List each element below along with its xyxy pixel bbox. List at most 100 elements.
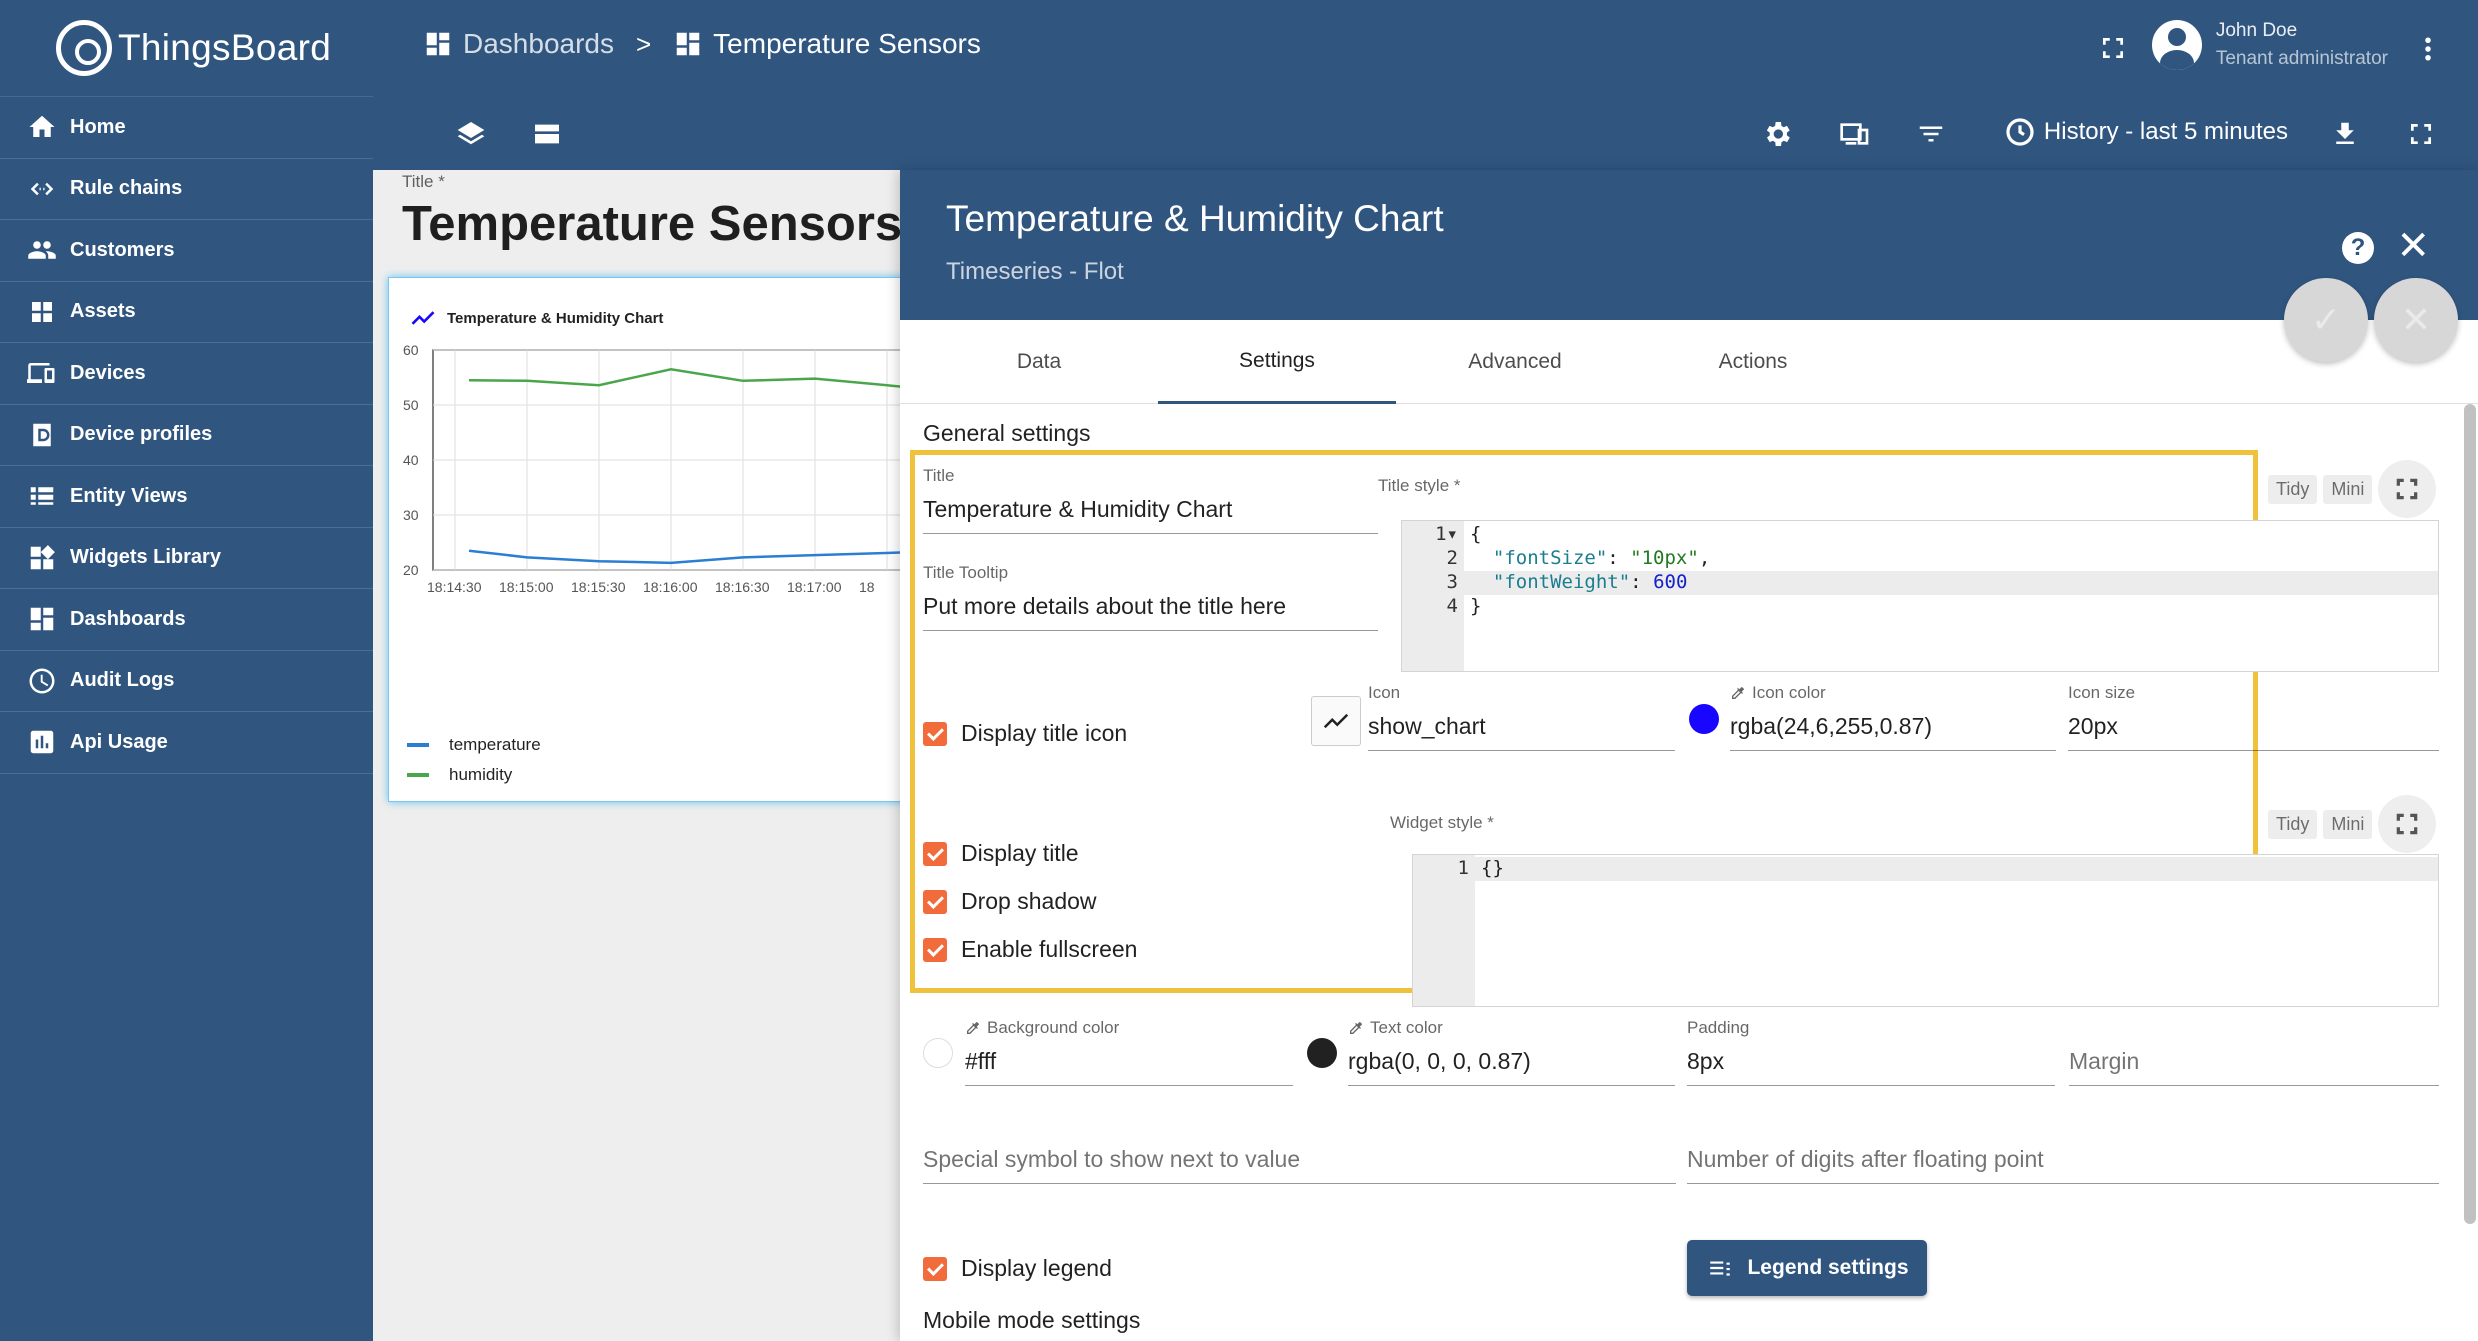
x-tick-label: 18 bbox=[859, 579, 875, 595]
legend-item[interactable]: temperature bbox=[407, 730, 541, 760]
icon-color-swatch[interactable] bbox=[1689, 704, 1719, 734]
special-symbol-field[interactable]: Special symbol to show next to value bbox=[923, 1136, 1676, 1184]
sidebar-item-label: Customers bbox=[70, 238, 175, 261]
tab-data[interactable]: Data bbox=[920, 320, 1158, 404]
icon-color-input[interactable]: rgba(24,6,255,0.87) bbox=[1730, 713, 2056, 751]
title-tooltip-field[interactable]: Title Tooltip Put more details about the… bbox=[923, 563, 1378, 631]
text-color-label: Text color bbox=[1370, 1018, 1443, 1037]
text-color-field[interactable]: Text color rgba(0, 0, 0, 0.87) bbox=[1348, 1018, 1675, 1086]
title-field-label: Title bbox=[923, 466, 955, 485]
icon-preview[interactable] bbox=[1311, 696, 1361, 746]
sidebar-item-home[interactable]: Home bbox=[0, 97, 373, 159]
customers-icon bbox=[26, 234, 58, 266]
editor-fullscreen-icon[interactable] bbox=[2378, 795, 2437, 853]
sidebar-item-label: Dashboards bbox=[70, 607, 186, 630]
sidebar-item-label: Api Usage bbox=[70, 730, 168, 753]
background-color-input[interactable]: #fff bbox=[965, 1048, 1293, 1086]
series-line-temperature bbox=[468, 549, 905, 565]
code-line: 1▾{ bbox=[1435, 523, 1482, 545]
margin-input[interactable]: Margin bbox=[2069, 1048, 2439, 1086]
special-symbol-input[interactable]: Special symbol to show next to value bbox=[923, 1146, 1676, 1184]
background-color-field[interactable]: Background color #fff bbox=[965, 1018, 1293, 1086]
sidebar-item-audit-logs[interactable]: Audit Logs bbox=[0, 651, 373, 712]
legend-swatch bbox=[407, 773, 429, 777]
editor-fullscreen-icon[interactable] bbox=[2378, 460, 2437, 518]
x-tick-label: 18:16:30 bbox=[715, 579, 770, 595]
title-input[interactable]: Temperature & Humidity Chart bbox=[923, 496, 1378, 534]
tab-settings[interactable]: Settings bbox=[1158, 320, 1396, 404]
display-title-checkbox[interactable]: Display title bbox=[923, 840, 1079, 867]
fullscreen-icon[interactable] bbox=[2096, 31, 2130, 65]
devices-layout-icon[interactable] bbox=[1835, 116, 1875, 152]
title-style-editor[interactable]: 1▾{ 2 "fontSize": "10px", 3 "fontWeight"… bbox=[1401, 520, 2439, 672]
chart-widget[interactable]: Temperature & Humidity Chart 20 30 40 50 60 1… bbox=[388, 277, 908, 802]
drop-shadow-checkbox[interactable]: Drop shadow bbox=[923, 888, 1097, 915]
app-name: ThingsBoard bbox=[118, 27, 332, 68]
icon-size-field[interactable]: Icon size 20px bbox=[2068, 683, 2439, 751]
sidebar-item-customers[interactable]: Customers bbox=[0, 220, 373, 282]
tidy-button[interactable]: Tidy bbox=[2268, 809, 2318, 839]
background-color-swatch[interactable] bbox=[923, 1038, 953, 1068]
legend-item[interactable]: humidity bbox=[407, 760, 541, 790]
layout-icon[interactable] bbox=[529, 118, 565, 150]
enable-fullscreen-checkbox[interactable]: Enable fullscreen bbox=[923, 936, 1137, 963]
title-field[interactable]: Title Temperature & Humidity Chart bbox=[923, 466, 1378, 534]
padding-input[interactable]: 8px bbox=[1687, 1048, 2055, 1086]
title-tooltip-input[interactable]: Put more details about the title here bbox=[923, 593, 1378, 631]
tidy-button[interactable]: Tidy bbox=[2268, 474, 2318, 504]
display-legend-checkbox[interactable]: Display legend bbox=[923, 1255, 1112, 1282]
sidebar-item-rule-chains[interactable]: Rule chains bbox=[0, 159, 373, 220]
dashboard-title[interactable]: Temperature Sensors bbox=[402, 196, 902, 252]
sidebar-item-devices[interactable]: Devices bbox=[0, 343, 373, 405]
code-line: 4} bbox=[1446, 595, 1482, 617]
app-logo[interactable]: ThingsBoard bbox=[0, 0, 373, 97]
history-timewindow[interactable]: History - last 5 minutes bbox=[2004, 116, 2288, 148]
x-tick-label: 18:16:00 bbox=[643, 579, 698, 595]
digits-field[interactable]: Number of digits after floating point bbox=[1687, 1136, 2439, 1184]
panel-scrollbar[interactable] bbox=[2464, 404, 2476, 1224]
sidebar-item-device-profiles[interactable]: Device profiles bbox=[0, 405, 373, 466]
mobile-mode-heading: Mobile mode settings bbox=[923, 1307, 1141, 1333]
icon-size-label: Icon size bbox=[2068, 683, 2136, 702]
icon-input[interactable]: show_chart bbox=[1368, 713, 1675, 751]
help-icon[interactable]: ? bbox=[2342, 232, 2374, 264]
sidebar-item-dashboards[interactable]: Dashboards bbox=[0, 589, 373, 651]
sidebar-item-entity-views[interactable]: Entity Views bbox=[0, 466, 373, 528]
widget-style-editor[interactable]: 1{} bbox=[1412, 854, 2439, 1007]
dashboard-fullscreen-icon[interactable] bbox=[2405, 118, 2437, 150]
dashboards-icon bbox=[426, 32, 450, 56]
legend-settings-button[interactable]: Legend settings bbox=[1687, 1240, 1927, 1296]
icon-field[interactable]: Icon show_chart bbox=[1368, 683, 1675, 751]
text-color-swatch[interactable] bbox=[1307, 1038, 1337, 1068]
sidebar-item-api-usage[interactable]: Api Usage bbox=[0, 712, 373, 774]
download-icon[interactable] bbox=[2329, 116, 2361, 152]
close-icon[interactable]: ✕ bbox=[2396, 226, 2430, 266]
text-color-input[interactable]: rgba(0, 0, 0, 0.87) bbox=[1348, 1048, 1675, 1086]
title-style-label: Title style * bbox=[1378, 476, 1461, 495]
padding-field[interactable]: Padding 8px bbox=[1687, 1018, 2055, 1086]
tab-advanced[interactable]: Advanced bbox=[1396, 320, 1634, 404]
sidebar-item-widgets-library[interactable]: Widgets Library bbox=[0, 528, 373, 589]
digits-input[interactable]: Number of digits after floating point bbox=[1687, 1146, 2439, 1184]
sidebar-item-label: Device profiles bbox=[70, 423, 213, 446]
layers-icon[interactable] bbox=[453, 116, 489, 152]
settings-tabs: Data Settings Advanced Actions bbox=[900, 320, 2478, 404]
settings-gear-icon[interactable] bbox=[1759, 116, 1795, 152]
icon-color-field[interactable]: Icon color rgba(24,6,255,0.87) bbox=[1730, 683, 2056, 751]
icon-color-label: Icon color bbox=[1752, 683, 1826, 702]
list-settings-icon bbox=[1710, 1261, 1731, 1276]
tab-actions[interactable]: Actions bbox=[1634, 320, 1872, 404]
color-picker-icon bbox=[967, 1022, 979, 1034]
filter-icon[interactable] bbox=[1913, 118, 1949, 150]
display-title-icon-checkbox[interactable]: Display title icon bbox=[923, 720, 1127, 747]
padding-label: Padding bbox=[1687, 1018, 1750, 1037]
user-menu[interactable]: John Doe Tenant administrator bbox=[2151, 20, 2388, 70]
icon-size-input[interactable]: 20px bbox=[2068, 713, 2439, 751]
mini-button[interactable]: Mini bbox=[2323, 474, 2373, 504]
sidebar-item-assets[interactable]: Assets bbox=[0, 282, 373, 343]
mini-button[interactable]: Mini bbox=[2323, 809, 2373, 839]
margin-field[interactable]: Margin bbox=[2069, 1018, 2439, 1086]
more-vert-icon[interactable] bbox=[2413, 34, 2443, 64]
x-tick-label: 18:15:00 bbox=[499, 579, 554, 595]
breadcrumb-dashboards[interactable]: Dashboards bbox=[423, 28, 614, 60]
